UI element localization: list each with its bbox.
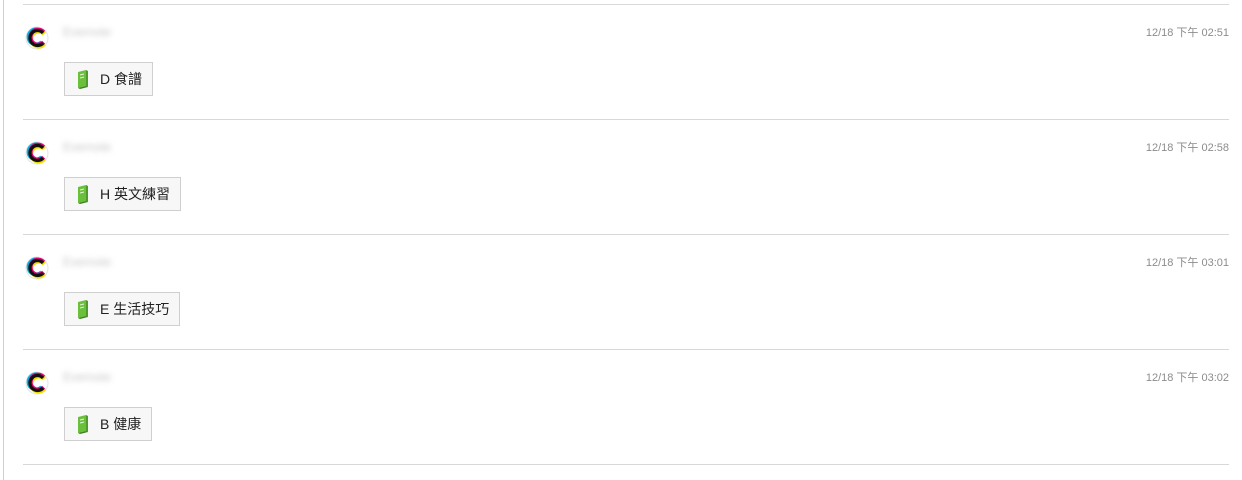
avatar-logo-icon <box>25 26 49 50</box>
notebook-icon <box>75 184 91 204</box>
avatar-logo-icon <box>25 256 49 280</box>
notebook-label: H 英文練習 <box>100 186 170 202</box>
notebook-chip[interactable]: E 生活技巧 <box>64 292 181 326</box>
entry-timestamp: 12/18 下午 03:01 <box>1145 257 1229 269</box>
entry-timestamp: 12/18 下午 02:51 <box>1145 27 1229 39</box>
entry-timestamp: 12/18 下午 02:58 <box>1145 142 1229 154</box>
feed-divider <box>23 464 1229 465</box>
author-name: Evernote <box>63 25 112 39</box>
notebook-label: D 食譜 <box>100 71 142 87</box>
activity-entry: Evernote 12/18 下午 03:01 E 生活技巧 <box>23 235 1229 349</box>
user-avatar[interactable] <box>25 26 49 50</box>
activity-entry: Evernote 12/18 下午 03:02 B 健康 <box>23 350 1229 464</box>
panel-left-border <box>3 0 4 480</box>
notebook-chip[interactable]: D 食譜 <box>64 62 153 96</box>
activity-entry: Evernote 12/18 下午 02:51 D 食譜 <box>23 5 1229 119</box>
notebook-chip[interactable]: B 健康 <box>64 407 153 441</box>
avatar-logo-icon <box>25 371 49 395</box>
notebook-label: E 生活技巧 <box>100 301 170 317</box>
notebook-icon <box>75 299 91 319</box>
entry-timestamp: 12/18 下午 03:02 <box>1145 372 1229 384</box>
user-avatar[interactable] <box>25 256 49 280</box>
author-name: Evernote <box>63 255 112 269</box>
author-name: Evernote <box>63 370 112 384</box>
activity-feed: Evernote 12/18 下午 02:51 D 食譜 Evernote 12… <box>23 4 1229 465</box>
avatar-logo-icon <box>25 141 49 165</box>
notebook-label: B 健康 <box>100 416 142 432</box>
user-avatar[interactable] <box>25 141 49 165</box>
activity-entry: Evernote 12/18 下午 02:58 H 英文練習 <box>23 120 1229 234</box>
notebook-chip[interactable]: H 英文練習 <box>64 177 181 211</box>
notebook-icon <box>75 414 91 434</box>
author-name: Evernote <box>63 140 112 154</box>
notebook-icon <box>75 69 91 89</box>
user-avatar[interactable] <box>25 371 49 395</box>
